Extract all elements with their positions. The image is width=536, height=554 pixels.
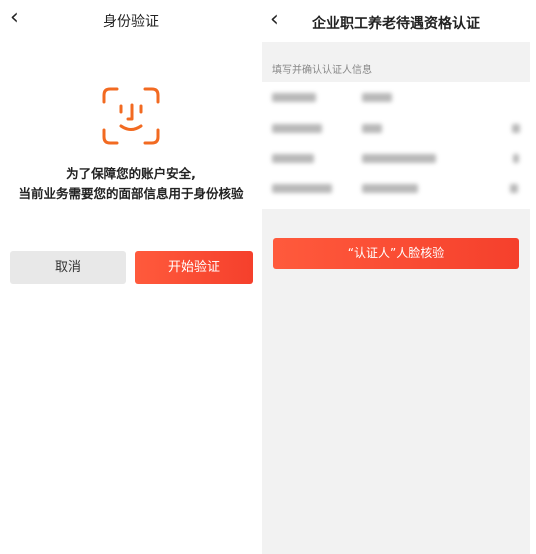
info-row — [262, 145, 530, 175]
pension-qualification-panel: ‹ 企业职工养老待遇资格认证 填写并确认认证人信息 “认证人”人脸核验 — [262, 0, 530, 554]
face-verification-button[interactable]: “认证人”人脸核验 — [273, 238, 519, 269]
redacted-field-extra — [513, 154, 519, 163]
redacted-field-value — [362, 184, 418, 193]
redacted-field-label — [272, 124, 322, 133]
security-message-line1: 为了保障您的账户安全, — [66, 166, 196, 181]
cancel-button[interactable]: 取消 — [10, 251, 126, 284]
redacted-field-extra — [510, 184, 518, 193]
redacted-field-label — [272, 154, 314, 163]
redacted-field-extra — [512, 124, 520, 133]
page-title: 企业职工养老待遇资格认证 — [312, 16, 480, 32]
info-card — [262, 82, 530, 209]
redacted-field-value — [362, 93, 392, 102]
face-scan-icon — [102, 87, 160, 145]
redacted-field-label — [272, 93, 316, 102]
info-row — [262, 84, 530, 114]
security-message-line2: 当前业务需要您的面部信息用于身份核验 — [18, 186, 244, 201]
start-verification-button[interactable]: 开始验证 — [135, 251, 253, 284]
identity-verification-panel: ‹ 身份验证 为了保障您的账户安全, 当前业务需要您的面部信息用于身份核验 取消… — [0, 0, 262, 554]
info-row — [262, 115, 530, 145]
redacted-field-value — [362, 154, 436, 163]
redacted-field-label — [272, 184, 332, 193]
header-bar: ‹ 企业职工养老待遇资格认证 — [262, 0, 530, 42]
info-row — [262, 175, 530, 205]
redacted-field-value — [362, 124, 382, 133]
page-title: 身份验证 — [103, 14, 159, 30]
section-label: 填写并确认认证人信息 — [272, 65, 372, 76]
